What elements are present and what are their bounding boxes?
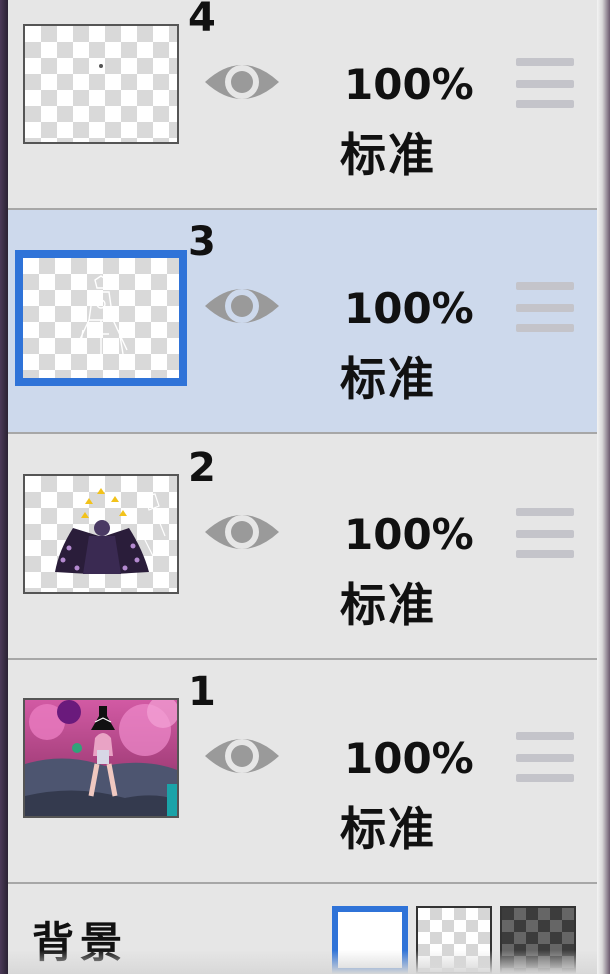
layer-number: 2 (188, 445, 216, 491)
layers-panel: 4 100% 标准 3 100% 标准 2 100% 标准 1 100% 标准 … (8, 0, 597, 974)
layer-row-2[interactable]: 2 100% 标准 (8, 436, 597, 660)
drag-handle-icon[interactable] (516, 508, 574, 560)
eye-icon[interactable] (202, 280, 282, 332)
layer-row-1[interactable]: 1 100% 标准 (8, 660, 597, 884)
layer-thumbnail-4[interactable] (23, 24, 179, 144)
layer-blend-mode[interactable]: 标准 (340, 802, 436, 856)
layer-thumbnail-3[interactable] (15, 250, 187, 386)
eye-icon[interactable] (202, 506, 282, 558)
drag-handle-icon[interactable] (516, 732, 574, 784)
layer-blend-mode[interactable]: 标准 (340, 128, 436, 182)
drag-handle-icon[interactable] (516, 282, 574, 334)
window-edge-left (0, 0, 8, 974)
layer-opacity[interactable]: 100% (344, 734, 474, 784)
layer-opacity[interactable]: 100% (344, 510, 474, 560)
layer-thumbnail-2[interactable] (23, 474, 179, 594)
layer-blend-mode[interactable]: 标准 (340, 352, 436, 406)
layer-row-4[interactable]: 4 100% 标准 (8, 0, 597, 210)
drag-handle-icon[interactable] (516, 58, 574, 110)
layer-blend-mode[interactable]: 标准 (340, 578, 436, 632)
layer-number: 4 (188, 0, 216, 41)
layer-opacity[interactable]: 100% (344, 284, 474, 334)
layer-number: 1 (188, 669, 216, 715)
window-edge-right (597, 0, 610, 974)
layer-row-3[interactable]: 3 100% 标准 (8, 210, 597, 434)
eye-icon[interactable] (202, 730, 282, 782)
layer-thumbnail-1[interactable] (23, 698, 179, 818)
bottom-fade (8, 950, 597, 974)
layer-opacity[interactable]: 100% (344, 60, 474, 110)
layer-number: 3 (188, 219, 216, 265)
eye-icon[interactable] (202, 56, 282, 108)
